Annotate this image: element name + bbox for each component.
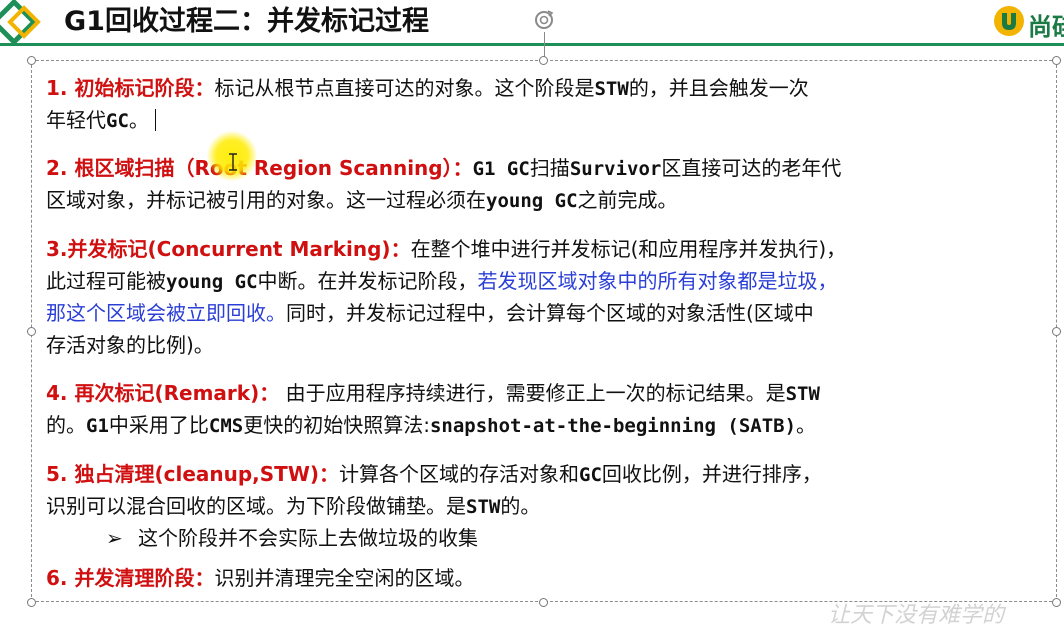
arrow-bullet-icon: ➢ (106, 526, 123, 550)
brand-logo: 尚硅 (992, 4, 1064, 40)
resize-handle-bottom[interactable] (539, 598, 548, 607)
rotate-handle-icon[interactable] (532, 8, 556, 32)
text-cursor-icon (229, 153, 237, 171)
sub-bullet: ➢ 这个阶段并不会实际上去做垃圾的收集 (46, 522, 1046, 554)
step-heading: 2. 根区域扫描（Root Region Scanning）： (46, 156, 473, 180)
watermark-text: 让天下没有难学的 (828, 603, 1005, 628)
resize-handle-top[interactable] (539, 56, 548, 65)
highlight-text: 那这个区域会被立即回收。 (46, 301, 286, 325)
text-caret (154, 109, 156, 131)
step-remark: 4. 再次标记(Remark)： 由于应用程序持续进行，需要修正上一次的标记结果… (46, 381, 820, 437)
resize-handle-bottom-left[interactable] (27, 598, 36, 607)
header-divider (0, 43, 1064, 46)
step-concurrent-marking: 3.并发标记(Concurrent Marking)：在整个堆中进行并发标记(和… (46, 237, 847, 357)
highlight-text: 若发现区域对象中的所有对象都是垃圾， (477, 269, 838, 293)
resize-handle-left[interactable] (27, 327, 36, 336)
brand-mark-icon (994, 6, 1024, 36)
step-root-region-scan: 2. 根区域扫描（Root Region Scanning）：G1 GC扫描Su… (46, 156, 842, 212)
step-heading: 4. 再次标记(Remark)： (46, 381, 280, 405)
step-cleanup: 5. 独占清理(cleanup,STW)：计算各个区域的存活对象和GC回收比例，… (46, 458, 1046, 554)
resize-handle-top-left[interactable] (27, 56, 36, 65)
resize-handle-right[interactable] (1052, 327, 1061, 336)
slide-header: G1回收过程二：并发标记过程 尚硅 (0, 0, 1064, 44)
slide-title: G1回收过程二：并发标记过程 (64, 6, 429, 37)
step-heading: 5. 独占清理(cleanup,STW)： (46, 462, 340, 486)
resize-handle-bottom-right[interactable] (1052, 598, 1061, 607)
step-heading: 1. 初始标记阶段： (46, 76, 215, 100)
diamond-logo-icon (0, 0, 41, 44)
step-concurrent-cleanup: 6. 并发清理阶段：识别并清理完全空闲的区域。 (46, 566, 475, 590)
step-heading: 3.并发标记(Concurrent Marking)： (46, 237, 411, 261)
brand-logo-text: 尚硅 (1028, 13, 1064, 40)
step-initial-mark: 1. 初始标记阶段：标记从根节点直接可达的对象。这个阶段是STW的，并且会触发一… (46, 76, 809, 132)
step-heading: 6. 并发清理阶段： (46, 566, 215, 590)
resize-handle-top-right[interactable] (1052, 56, 1061, 65)
